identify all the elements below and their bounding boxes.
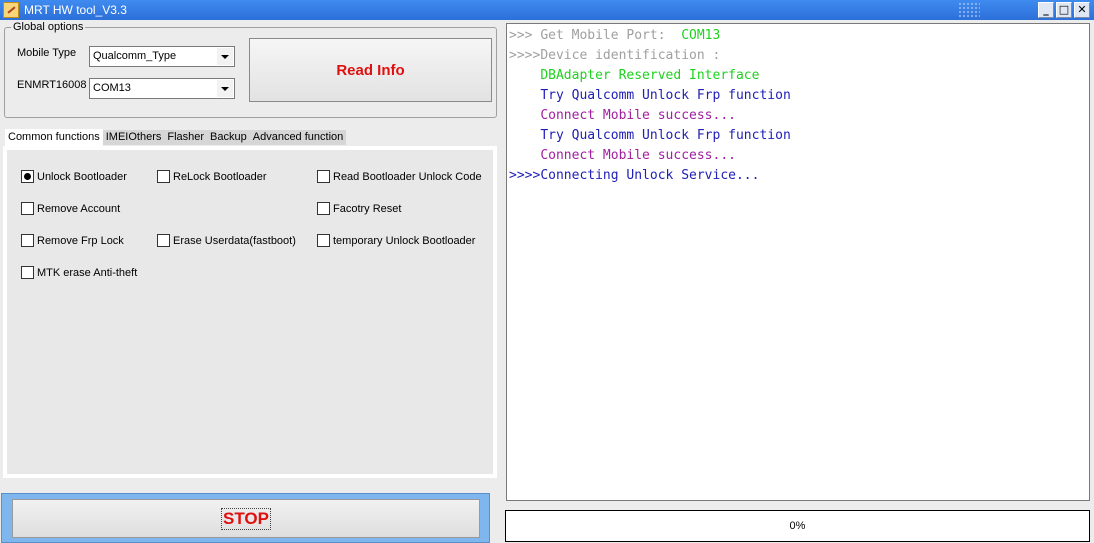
log-text: Connecting Unlock Service...: [540, 168, 760, 183]
read-unlock-code-label: Read Bootloader Unlock Code: [333, 170, 482, 183]
maximize-button[interactable]: □: [1056, 2, 1072, 18]
log-text: Try Qualcomm Unlock Frp function: [540, 128, 791, 143]
chevron-down-icon[interactable]: [217, 80, 233, 97]
mtk-erase-checkbox[interactable]: MTK erase Anti-theft: [21, 266, 137, 279]
read-unlock-code-checkbox[interactable]: Read Bootloader Unlock Code: [317, 170, 482, 183]
port-value: COM13: [93, 82, 131, 94]
log-port-value: COM13: [681, 28, 721, 43]
log-prefix: [509, 88, 540, 103]
log-prefix: >>>>: [509, 48, 541, 63]
log-line: Try Qualcomm Unlock Frp function: [509, 88, 791, 104]
checkbox-icon[interactable]: [317, 202, 330, 215]
log-text: Device identification :: [540, 48, 721, 63]
tab-flasher[interactable]: Flasher: [164, 130, 208, 145]
log-line: DBAdapter Reserved Interface: [509, 68, 759, 84]
chevron-down-icon[interactable]: [217, 48, 233, 65]
global-options-group: Global options Mobile Type Qualcomm_Type…: [4, 21, 497, 118]
port-label: ENMRT16008: [17, 79, 87, 91]
stop-label: STOP: [221, 507, 271, 530]
remove-account-checkbox[interactable]: Remove Account: [21, 202, 120, 215]
remove-account-label: Remove Account: [37, 202, 121, 215]
log-prefix: [509, 128, 540, 143]
checkbox-icon[interactable]: [157, 234, 170, 247]
progress-text: 0%: [789, 520, 806, 532]
stop-button[interactable]: STOP: [12, 499, 480, 538]
unlock-bootloader-label: Unlock Bootloader: [37, 170, 127, 183]
remove-frp-label: Remove Frp Lock: [37, 234, 124, 247]
title-pattern: [958, 2, 980, 18]
mtk-erase-label: MTK erase Anti-theft: [37, 266, 138, 279]
checkbox-icon[interactable]: [157, 170, 170, 183]
log-prefix: [509, 148, 540, 163]
log-text: Connect Mobile success...: [540, 108, 736, 123]
global-options-legend: Global options: [11, 21, 86, 33]
log-output[interactable]: >>> Get Mobile Port: COM13 >>>>Device id…: [506, 23, 1090, 501]
tab-imei[interactable]: IMEI: [102, 130, 129, 145]
erase-userdata-checkbox[interactable]: Erase Userdata(fastboot): [157, 234, 296, 247]
mobile-type-select[interactable]: Qualcomm_Type: [89, 46, 235, 67]
factory-reset-label: Facotry Reset: [333, 202, 402, 215]
log-line: >>>>Device identification :: [509, 48, 720, 64]
checkbox-icon[interactable]: [317, 170, 330, 183]
log-line: >>>>Connecting Unlock Service...: [509, 168, 759, 184]
log-line: >>> Get Mobile Port: COM13: [509, 28, 720, 44]
tab-backup[interactable]: Backup: [207, 130, 250, 145]
log-text: Get Mobile Port:: [540, 28, 682, 43]
tab-advanced-function[interactable]: Advanced function: [249, 130, 347, 145]
checkbox-icon[interactable]: [317, 234, 330, 247]
read-info-button[interactable]: Read Info: [249, 38, 492, 102]
log-line: Try Qualcomm Unlock Frp function: [509, 128, 791, 144]
checkbox-icon[interactable]: [21, 234, 34, 247]
stop-area: STOP: [1, 493, 490, 543]
title-bar: MRT HW tool_V3.3 _ □ ✕: [0, 0, 1094, 20]
minimize-button[interactable]: _: [1038, 2, 1054, 18]
log-line: Connect Mobile success...: [509, 148, 736, 164]
progress-bar: 0%: [505, 510, 1090, 542]
remove-frp-checkbox[interactable]: Remove Frp Lock: [21, 234, 124, 247]
tab-common-functions[interactable]: Common functions: [5, 129, 103, 146]
log-prefix: >>>>: [509, 168, 541, 183]
log-text: DBAdapter Reserved Interface: [540, 68, 760, 83]
temp-unlock-checkbox[interactable]: temporary Unlock Bootloader: [317, 234, 475, 247]
tab-others[interactable]: Others: [128, 130, 165, 145]
log-text: Try Qualcomm Unlock Frp function: [540, 88, 791, 103]
log-prefix: >>>: [509, 28, 541, 43]
log-prefix: [509, 68, 540, 83]
app-icon: [3, 2, 19, 18]
log-text: Connect Mobile success...: [540, 148, 736, 163]
window-title: MRT HW tool_V3.3: [24, 3, 127, 17]
port-select[interactable]: COM13: [89, 78, 235, 99]
mobile-type-label: Mobile Type: [17, 47, 77, 59]
erase-userdata-label: Erase Userdata(fastboot): [173, 234, 296, 247]
checkbox-icon[interactable]: [21, 202, 34, 215]
mobile-type-value: Qualcomm_Type: [93, 50, 177, 62]
relock-bootloader-checkbox[interactable]: ReLock Bootloader: [157, 170, 267, 183]
close-button[interactable]: ✕: [1074, 2, 1090, 18]
function-tabs: Common functions IMEI Others Flasher Bac…: [5, 129, 347, 146]
log-line: Connect Mobile success...: [509, 108, 736, 124]
temp-unlock-label: temporary Unlock Bootloader: [333, 234, 476, 247]
radio-checked-icon[interactable]: [21, 170, 34, 183]
log-prefix: [509, 108, 540, 123]
unlock-bootloader-radio[interactable]: Unlock Bootloader: [21, 170, 127, 183]
common-functions-panel: Unlock Bootloader ReLock Bootloader Read…: [3, 146, 497, 478]
relock-bootloader-label: ReLock Bootloader: [173, 170, 267, 183]
factory-reset-checkbox[interactable]: Facotry Reset: [317, 202, 401, 215]
checkbox-icon[interactable]: [21, 266, 34, 279]
